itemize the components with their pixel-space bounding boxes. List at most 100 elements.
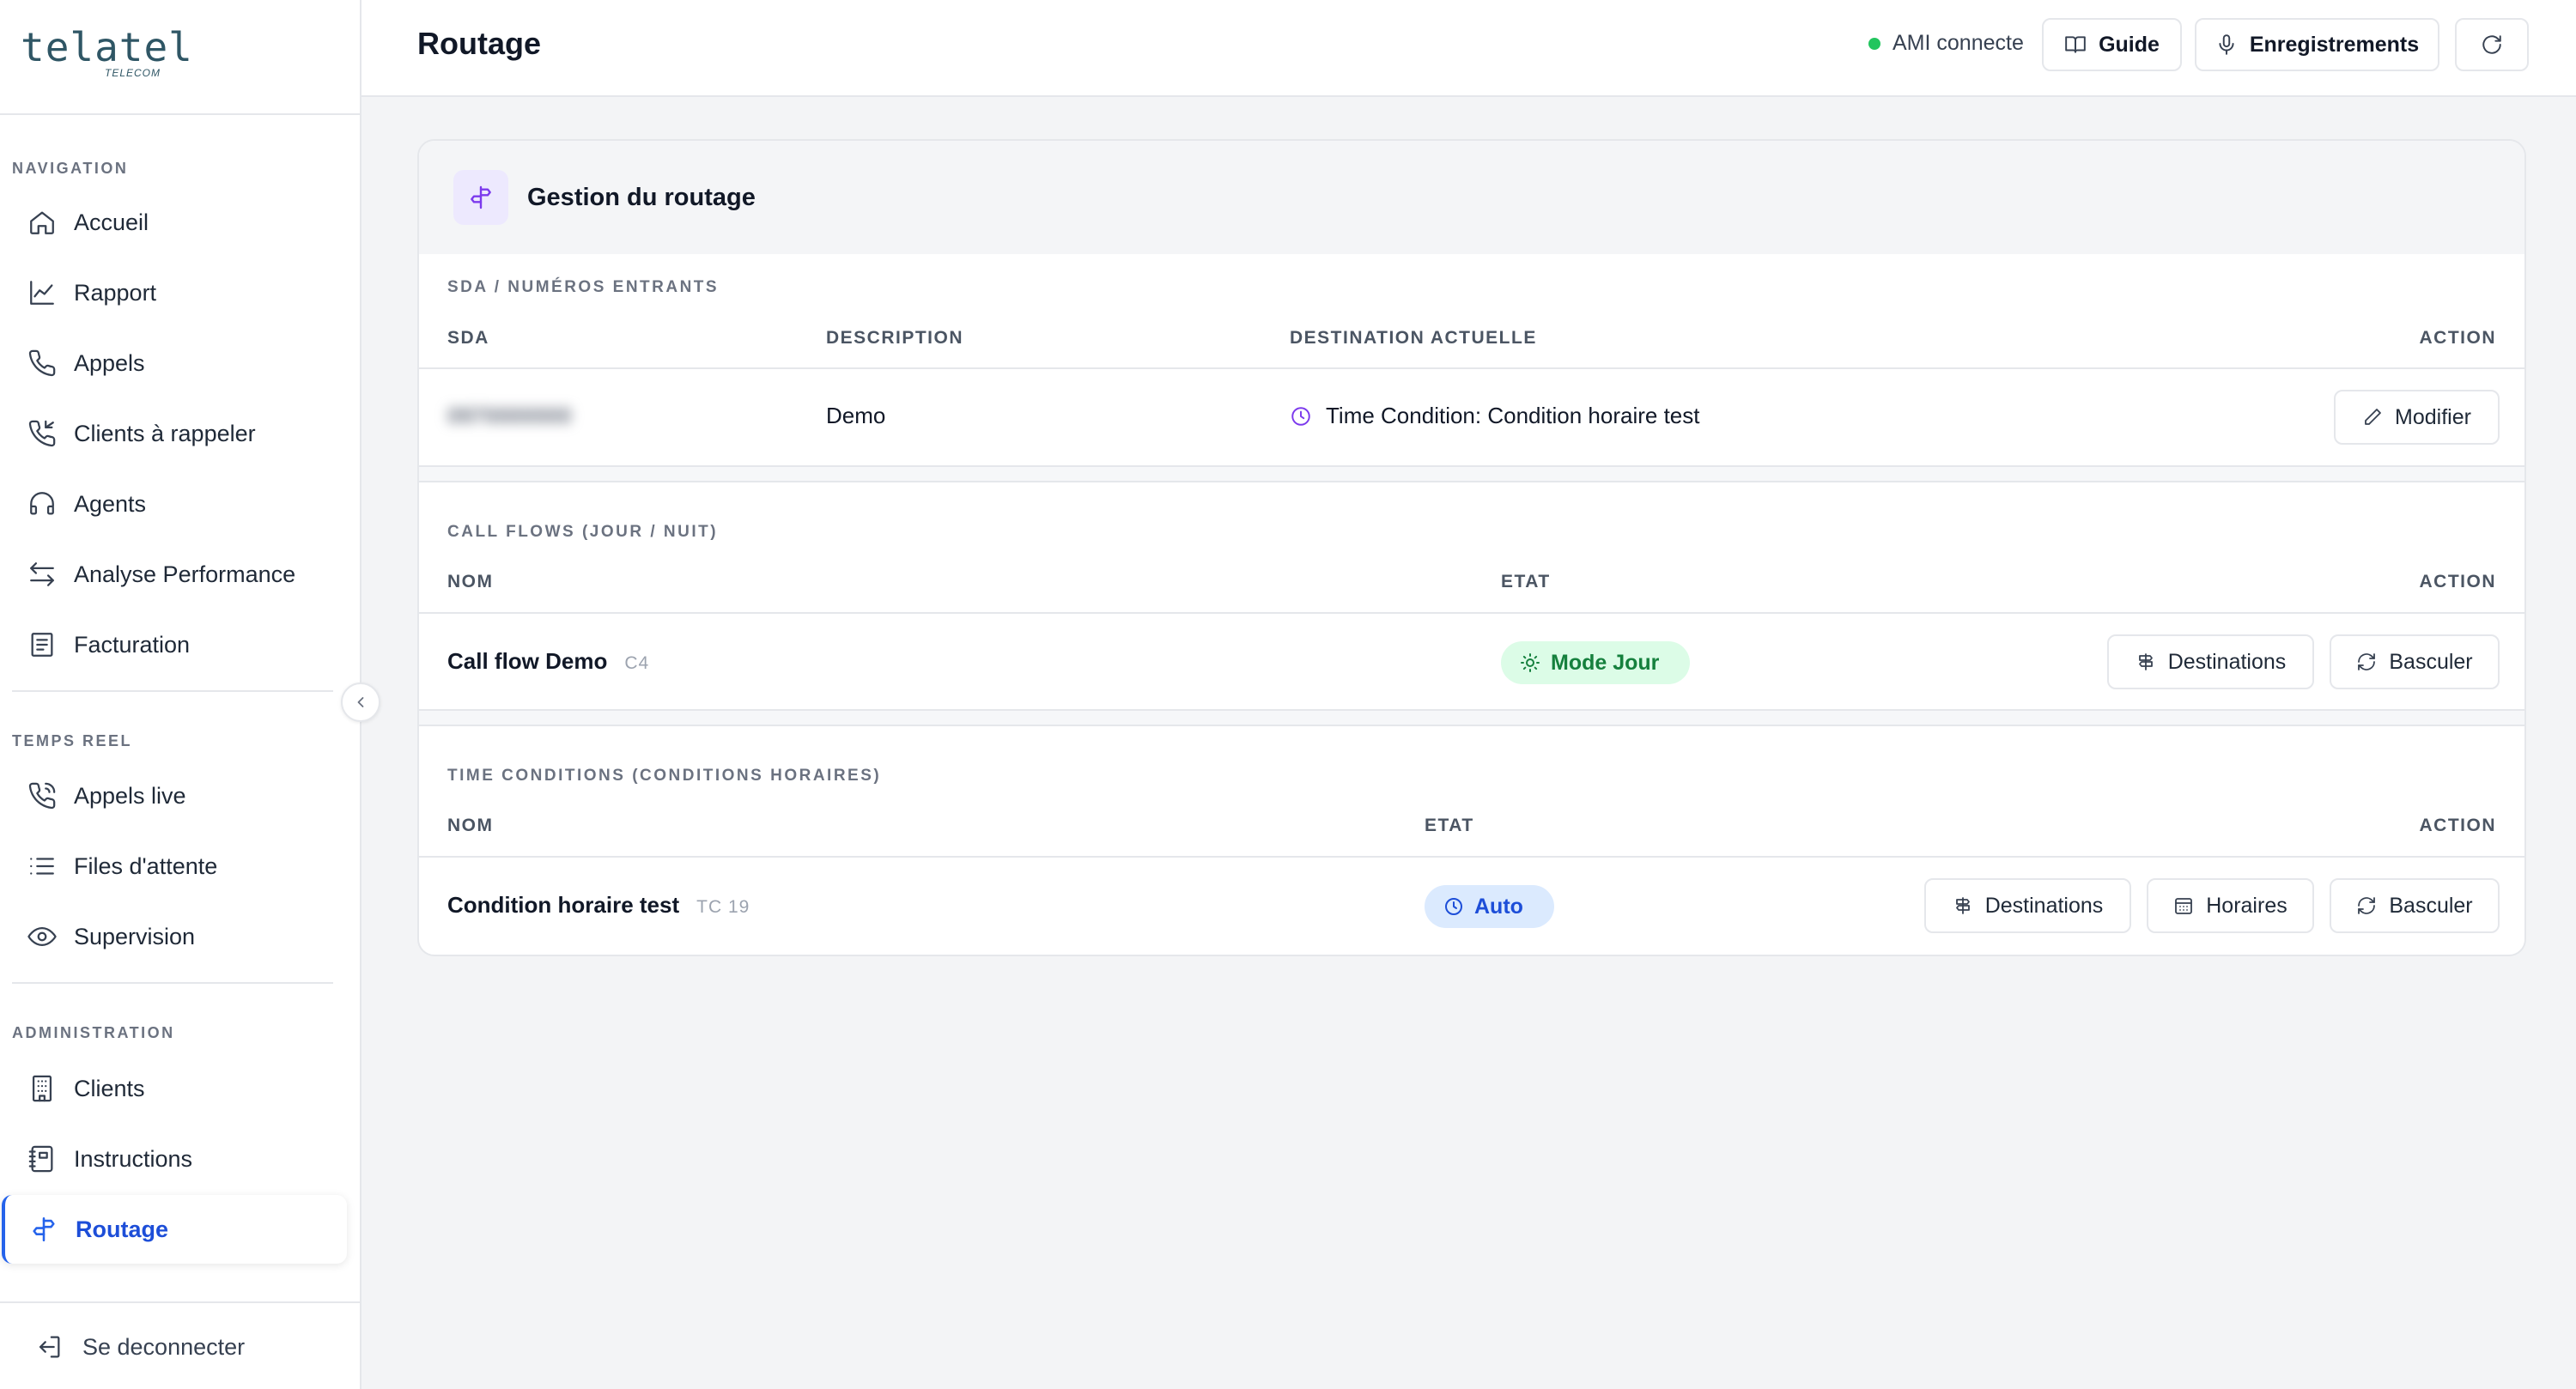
sidebar-item-instructions[interactable]: Instructions: [0, 1125, 347, 1193]
guide-button[interactable]: Guide: [2042, 18, 2182, 71]
modify-button[interactable]: Modifier: [2334, 390, 2500, 445]
destinations-label: Destinations: [2167, 649, 2287, 674]
sidebar-item-label: Rapport: [74, 279, 157, 306]
sidebar-item-files[interactable]: Files d'attente: [0, 832, 347, 901]
sidebar-item-analyse[interactable]: Analyse Performance: [0, 540, 347, 609]
divider: [419, 481, 2524, 482]
sidebar-item-appels-live[interactable]: Appels live: [0, 761, 347, 830]
sidebar-item-supervision[interactable]: Supervision: [0, 902, 347, 971]
brand-sub: TELECOM: [105, 67, 161, 79]
refresh-button[interactable]: [2455, 18, 2529, 71]
sidebar-item-label: Appels: [74, 349, 145, 376]
refresh-icon: [2482, 35, 2501, 54]
divider: [419, 709, 2524, 711]
sidebar-item-routage[interactable]: Routage: [2, 1195, 347, 1264]
divider: [419, 465, 2524, 467]
logout-button[interactable]: Se deconnecter: [34, 1324, 245, 1370]
sidebar-item-clients-rappeler[interactable]: Clients à rappeler: [0, 399, 347, 468]
nav-section-admin: ADMINISTRATION: [12, 1024, 175, 1041]
sidebar-item-appels[interactable]: Appels: [0, 329, 347, 397]
logo: telatel TELECOM: [0, 0, 360, 115]
sidebar-item-label: Clients à rappeler: [74, 420, 256, 446]
divider: [419, 367, 2524, 369]
pencil-icon: [2365, 409, 2381, 425]
signpost-icon: [1955, 897, 1970, 914]
sidebar-item-label: Appels live: [74, 782, 186, 809]
sda-col-description: DESCRIPTION: [826, 328, 964, 348]
microphone-icon: [2219, 34, 2234, 55]
sidebar-item-label: Clients: [74, 1075, 145, 1101]
callflow-destinations-button[interactable]: Destinations: [2107, 634, 2314, 689]
chevron-left-icon: [357, 697, 364, 707]
card-title: Gestion du routage: [527, 184, 756, 211]
sidebar-collapse-button[interactable]: [341, 682, 380, 722]
page-title: Routage: [417, 26, 541, 61]
tc-name: Condition horaire test TC 19: [447, 892, 750, 919]
callflows-col-name: NOM: [447, 572, 494, 591]
logout-area: Se deconnecter: [0, 1301, 360, 1389]
sidebar-item-facturation[interactable]: Facturation: [0, 610, 347, 679]
sda-destination: Time Condition: Condition horaire test: [1290, 403, 1699, 429]
callflows-col-action: ACTION: [2419, 572, 2496, 591]
guide-label: Guide: [2099, 32, 2160, 57]
nav-divider: [12, 690, 333, 692]
nav-section-navigation: NAVIGATION: [12, 160, 129, 177]
tc-destinations-button[interactable]: Destinations: [1924, 878, 2131, 933]
top-header: Routage AMI connecte Guide Enregistremen…: [361, 0, 2576, 97]
modify-label: Modifier: [2395, 404, 2471, 429]
state-badge-auto: Auto: [1425, 885, 1554, 928]
state-badge-day: Mode Jour: [1501, 641, 1691, 684]
recordings-button[interactable]: Enregistrements: [2195, 18, 2439, 71]
phone-icon: [28, 349, 56, 377]
logout-label: Se deconnecter: [82, 1333, 246, 1360]
sidebar-item-label: Analyse Performance: [74, 561, 296, 587]
tc-toggle-button[interactable]: Basculer: [2330, 878, 2500, 933]
eye-icon: [27, 926, 57, 947]
sidebar-item-agents[interactable]: Agents: [0, 470, 347, 538]
section-separator: [419, 709, 2524, 726]
routing-card: Gestion du routage SDA / NUMÉROS ENTRANT…: [417, 139, 2526, 956]
ami-status-label: AMI connecte: [1893, 31, 2024, 55]
state-badge-label: Mode Jour: [1551, 650, 1660, 675]
sun-icon: [1521, 653, 1540, 672]
divider: [419, 612, 2524, 614]
chart-line-icon: [30, 281, 54, 305]
callflow-code: C4: [624, 653, 650, 673]
sidebar-item-label: Files d'attente: [74, 852, 218, 879]
state-badge-label: Auto: [1474, 894, 1523, 919]
sda-col-sda: SDA: [447, 328, 489, 348]
sidebar-item-rapport[interactable]: Rapport: [0, 258, 347, 327]
headset-icon: [30, 492, 54, 515]
sidebar-item-accueil[interactable]: Accueil: [0, 188, 347, 257]
book-open-icon: [2065, 36, 2086, 53]
toggle-label: Basculer: [2389, 649, 2473, 674]
building-icon: [32, 1075, 52, 1102]
callflow-name: Call flow Demo C4: [447, 648, 649, 675]
sda-description: Demo: [826, 403, 886, 428]
callflows-col-state: ETAT: [1501, 572, 1551, 591]
callflows-section-label: CALL FLOWS (JOUR / NUIT): [447, 523, 719, 541]
sidebar: telatel TELECOM NAVIGATION Accueil Rappo…: [0, 0, 361, 1389]
card-header: Gestion du routage: [419, 141, 2524, 254]
home-icon: [30, 211, 54, 234]
tc-schedules-button[interactable]: Horaires: [2147, 878, 2314, 933]
phone-callback-icon: [28, 420, 56, 447]
destinations-label: Destinations: [1984, 893, 2104, 918]
tc-name-label: Condition horaire test: [447, 892, 680, 918]
sidebar-item-label: Instructions: [74, 1145, 193, 1172]
status-dot: [1868, 37, 1880, 50]
tc-section-label: TIME CONDITIONS (CONDITIONS HORAIRES): [447, 767, 882, 785]
receipt-icon: [31, 633, 53, 657]
notebook-icon: [28, 1145, 53, 1173]
callflow-toggle-button[interactable]: Basculer: [2330, 634, 2500, 689]
logout-icon: [39, 1336, 60, 1358]
section-separator: [419, 465, 2524, 482]
brand-name: telatel: [21, 24, 193, 70]
sda-col-destination: DESTINATION ACTUELLE: [1290, 328, 1537, 348]
toggle-label: Basculer: [2389, 893, 2473, 918]
sidebar-item-clients[interactable]: Clients: [0, 1054, 347, 1123]
sda-col-action: ACTION: [2419, 328, 2496, 348]
nav-section-realtime: TEMPS REEL: [12, 732, 133, 749]
clock-icon: [1445, 898, 1462, 915]
schedules-label: Horaires: [2206, 893, 2287, 918]
